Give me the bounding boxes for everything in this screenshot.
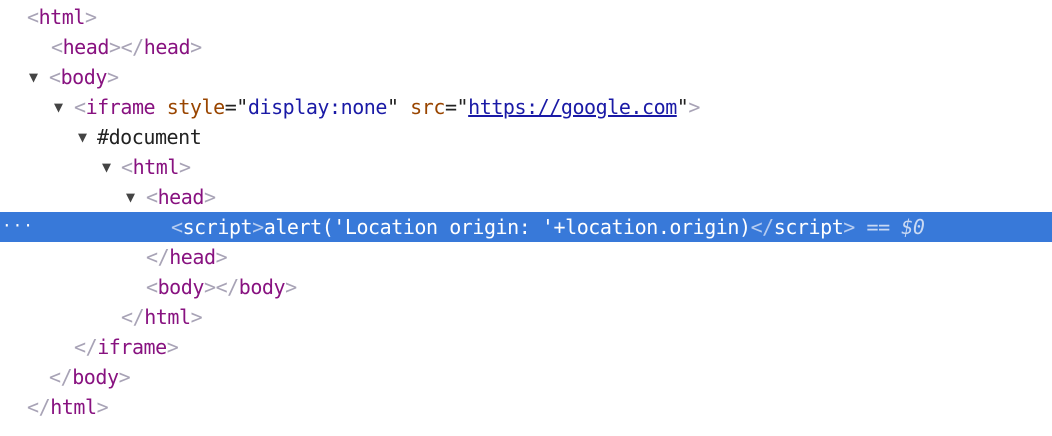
expand-triangle-icon[interactable]: ▼ (78, 122, 87, 152)
expand-triangle-icon[interactable]: ▼ (54, 92, 63, 122)
tree-row-inner-head-close[interactable]: </head> (0, 242, 1052, 272)
node-label: </iframe> (74, 335, 179, 359)
node-label: </html> (27, 395, 109, 419)
tree-row-iframe-open[interactable]: ▼ <iframe style="display:none" src="http… (0, 92, 1052, 122)
attr-name-style: style (166, 95, 225, 119)
tree-row-body-close[interactable]: </body> (0, 362, 1052, 392)
node-label: <head></head> (51, 35, 202, 59)
document-node-label: #document (97, 125, 202, 149)
attr-name-src: src (410, 95, 445, 119)
tree-row-iframe-close[interactable]: </iframe> (0, 332, 1052, 362)
tree-row-inner-html-close[interactable]: </html> (0, 302, 1052, 332)
more-options-dots-icon[interactable]: ··· (2, 212, 34, 240)
tree-row-inner-head-open[interactable]: ▼ <head> (0, 182, 1052, 212)
tree-row-html-open[interactable]: <html> (0, 2, 1052, 32)
node-label: </body> (49, 365, 131, 389)
expand-triangle-icon[interactable]: ▼ (126, 182, 135, 212)
script-source-text: alert('Location origin: '+location.origi… (263, 215, 751, 239)
expand-triangle-icon[interactable]: ▼ (29, 62, 38, 92)
node-label: <head> (146, 185, 216, 209)
node-label: <body> (49, 65, 119, 89)
tree-row-outer-head[interactable]: <head></head> (0, 32, 1052, 62)
node-label: </html> (121, 305, 203, 329)
node-label: <script>alert('Location origin: '+locati… (171, 215, 925, 239)
tree-row-script-selected[interactable]: ··· <script>alert('Location origin: '+lo… (0, 212, 1052, 242)
tree-row-inner-html-open[interactable]: ▼ <html> (0, 152, 1052, 182)
expand-triangle-icon[interactable]: ▼ (102, 152, 111, 182)
node-label: <html> (27, 5, 97, 29)
node-label: <body></body> (146, 275, 297, 299)
attr-value-style: display:none (247, 95, 388, 119)
tree-row-body-open[interactable]: ▼ <body> (0, 62, 1052, 92)
tree-row-inner-body[interactable]: <body></body> (0, 272, 1052, 302)
tree-row-html-close[interactable]: </html> (0, 392, 1052, 422)
console-ref-badge: $0 (901, 215, 925, 239)
iframe-src-link[interactable]: https://google.com (468, 95, 677, 119)
node-label: </head> (146, 245, 228, 269)
node-label: <iframe style="display:none" src="https:… (74, 95, 700, 119)
tree-row-document[interactable]: ▼ #document (0, 122, 1052, 152)
node-label: <html> (121, 155, 191, 179)
equals-marker: == (866, 215, 890, 239)
elements-tree: <html> <head></head> ▼ <body> ▼ <iframe … (0, 2, 1052, 422)
